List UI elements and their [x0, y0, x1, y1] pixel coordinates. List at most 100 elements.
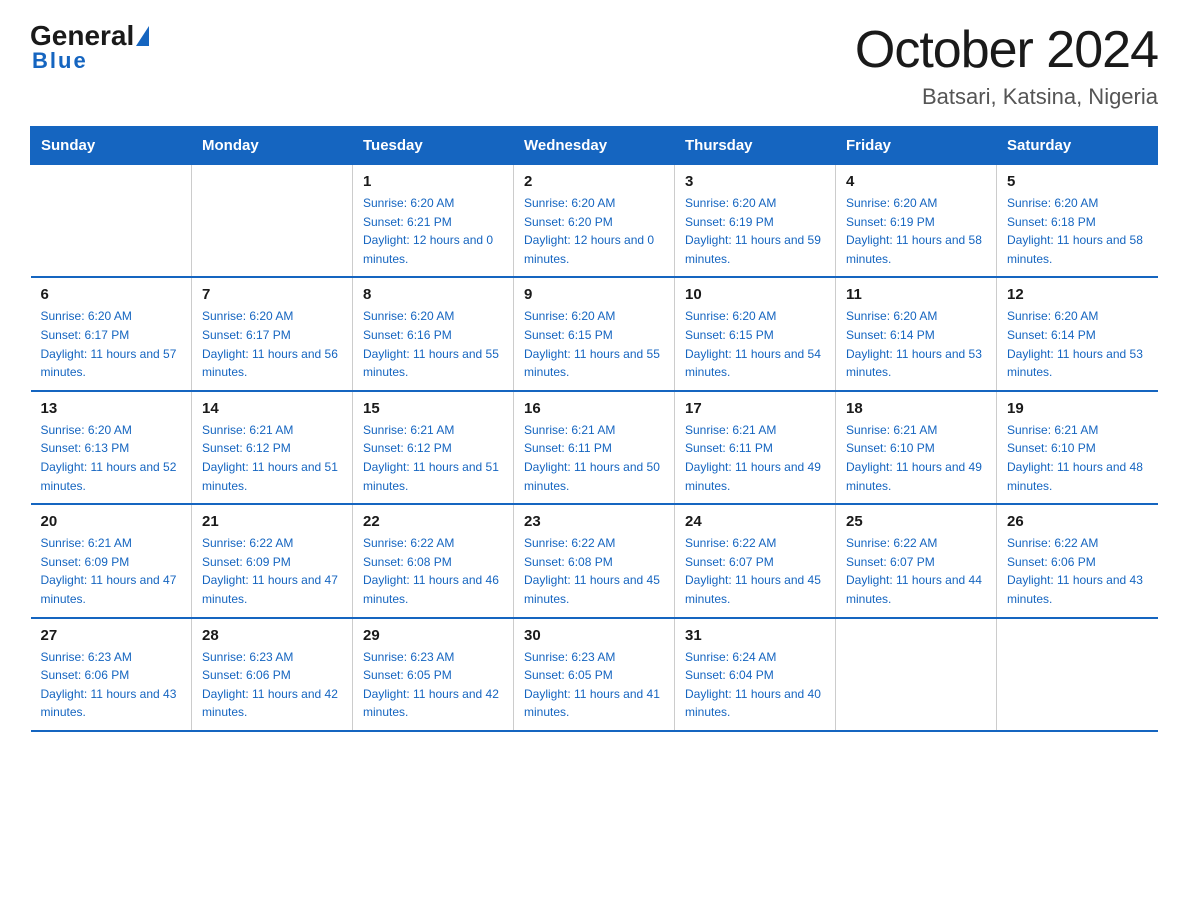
- day-number: 13: [41, 400, 182, 417]
- day-info: Sunrise: 6:20 AMSunset: 6:19 PMDaylight:…: [846, 194, 986, 268]
- day-info: Sunrise: 6:20 AMSunset: 6:17 PMDaylight:…: [41, 307, 182, 381]
- day-number: 28: [202, 627, 342, 644]
- calendar-cell: 4 Sunrise: 6:20 AMSunset: 6:19 PMDaylight…: [836, 165, 997, 278]
- weekday-header-monday: Monday: [192, 127, 353, 165]
- calendar-cell: 2 Sunrise: 6:20 AMSunset: 6:20 PMDaylight…: [514, 165, 675, 278]
- day-number: 9: [524, 286, 664, 303]
- day-number: 5: [1007, 173, 1148, 190]
- calendar-cell: 29Sunrise: 6:23 AMSunset: 6:05 PMDayligh…: [353, 618, 514, 731]
- header: General Blue October 2024 Batsari, Katsi…: [30, 20, 1158, 110]
- day-number: 16: [524, 400, 664, 417]
- day-info: Sunrise: 6:21 AMSunset: 6:09 PMDaylight:…: [41, 534, 182, 608]
- logo-blue-text: Blue: [32, 48, 88, 73]
- calendar-cell: 12 Sunrise: 6:20 AMSunset: 6:14 PMDayligh…: [997, 277, 1158, 390]
- day-number: 21: [202, 513, 342, 530]
- day-info: Sunrise: 6:22 AMSunset: 6:06 PMDaylight:…: [1007, 534, 1148, 608]
- calendar-cell: 26Sunrise: 6:22 AMSunset: 6:06 PMDayligh…: [997, 504, 1158, 617]
- calendar-cell: 14 Sunrise: 6:21 AMSunset: 6:12 PMDayligh…: [192, 391, 353, 504]
- day-info: Sunrise: 6:20 AMSunset: 6:14 PMDaylight:…: [1007, 307, 1148, 381]
- calendar-cell: 23 Sunrise: 6:22 AMSunset: 6:08 PMDayligh…: [514, 504, 675, 617]
- day-number: 31: [685, 627, 825, 644]
- calendar-cell: 10Sunrise: 6:20 AMSunset: 6:15 PMDayligh…: [675, 277, 836, 390]
- day-number: 10: [685, 286, 825, 303]
- logo-triangle-icon: [136, 26, 149, 46]
- week-row-1: 1 Sunrise: 6:20 AMSunset: 6:21 PMDaylight…: [31, 165, 1158, 278]
- day-number: 20: [41, 513, 182, 530]
- day-info: Sunrise: 6:21 AMSunset: 6:12 PMDaylight:…: [363, 421, 503, 495]
- weekday-header-sunday: Sunday: [31, 127, 192, 165]
- day-number: 22: [363, 513, 503, 530]
- day-number: 11: [846, 286, 986, 303]
- day-number: 24: [685, 513, 825, 530]
- day-info: Sunrise: 6:20 AMSunset: 6:19 PMDaylight:…: [685, 194, 825, 268]
- day-number: 30: [524, 627, 664, 644]
- day-info: Sunrise: 6:20 AMSunset: 6:17 PMDaylight:…: [202, 307, 342, 381]
- day-info: Sunrise: 6:22 AMSunset: 6:07 PMDaylight:…: [846, 534, 986, 608]
- calendar-cell: 27 Sunrise: 6:23 AMSunset: 6:06 PMDayligh…: [31, 618, 192, 731]
- calendar-cell: [192, 165, 353, 278]
- week-row-2: 6 Sunrise: 6:20 AMSunset: 6:17 PMDaylight…: [31, 277, 1158, 390]
- calendar-cell: 22Sunrise: 6:22 AMSunset: 6:08 PMDayligh…: [353, 504, 514, 617]
- calendar-table: SundayMondayTuesdayWednesdayThursdayFrid…: [30, 126, 1158, 732]
- day-number: 23: [524, 513, 664, 530]
- calendar-cell: 13 Sunrise: 6:20 AMSunset: 6:13 PMDayligh…: [31, 391, 192, 504]
- calendar-cell: 21 Sunrise: 6:22 AMSunset: 6:09 PMDayligh…: [192, 504, 353, 617]
- day-info: Sunrise: 6:21 AMSunset: 6:10 PMDaylight:…: [846, 421, 986, 495]
- day-number: 17: [685, 400, 825, 417]
- calendar-cell: 17Sunrise: 6:21 AMSunset: 6:11 PMDayligh…: [675, 391, 836, 504]
- day-number: 18: [846, 400, 986, 417]
- calendar-cell: 30 Sunrise: 6:23 AMSunset: 6:05 PMDayligh…: [514, 618, 675, 731]
- logo-blue-line: Blue: [32, 48, 88, 74]
- calendar-cell: 15 Sunrise: 6:21 AMSunset: 6:12 PMDayligh…: [353, 391, 514, 504]
- day-number: 27: [41, 627, 182, 644]
- day-number: 6: [41, 286, 182, 303]
- day-info: Sunrise: 6:22 AMSunset: 6:07 PMDaylight:…: [685, 534, 825, 608]
- logo-area: General Blue: [30, 20, 151, 74]
- calendar-cell: 8Sunrise: 6:20 AMSunset: 6:16 PMDaylight…: [353, 277, 514, 390]
- week-row-5: 27 Sunrise: 6:23 AMSunset: 6:06 PMDayligh…: [31, 618, 1158, 731]
- calendar-cell: [31, 165, 192, 278]
- day-number: 4: [846, 173, 986, 190]
- calendar-cell: 11 Sunrise: 6:20 AMSunset: 6:14 PMDayligh…: [836, 277, 997, 390]
- title-location: Batsari, Katsina, Nigeria: [855, 84, 1158, 110]
- title-area: October 2024 Batsari, Katsina, Nigeria: [855, 20, 1158, 110]
- day-info: Sunrise: 6:20 AMSunset: 6:20 PMDaylight:…: [524, 194, 664, 268]
- calendar-cell: 24 Sunrise: 6:22 AMSunset: 6:07 PMDayligh…: [675, 504, 836, 617]
- calendar-cell: [836, 618, 997, 731]
- calendar-cell: 5 Sunrise: 6:20 AMSunset: 6:18 PMDaylight…: [997, 165, 1158, 278]
- calendar-cell: 6 Sunrise: 6:20 AMSunset: 6:17 PMDaylight…: [31, 277, 192, 390]
- day-info: Sunrise: 6:23 AMSunset: 6:05 PMDaylight:…: [524, 648, 664, 722]
- day-info: Sunrise: 6:23 AMSunset: 6:06 PMDaylight:…: [202, 648, 342, 722]
- weekday-header-saturday: Saturday: [997, 127, 1158, 165]
- week-row-3: 13 Sunrise: 6:20 AMSunset: 6:13 PMDayligh…: [31, 391, 1158, 504]
- calendar-cell: 3Sunrise: 6:20 AMSunset: 6:19 PMDaylight…: [675, 165, 836, 278]
- day-info: Sunrise: 6:20 AMSunset: 6:18 PMDaylight:…: [1007, 194, 1148, 268]
- day-info: Sunrise: 6:20 AMSunset: 6:13 PMDaylight:…: [41, 421, 182, 495]
- day-info: Sunrise: 6:23 AMSunset: 6:06 PMDaylight:…: [41, 648, 182, 722]
- calendar-body: 1 Sunrise: 6:20 AMSunset: 6:21 PMDaylight…: [31, 165, 1158, 731]
- day-number: 12: [1007, 286, 1148, 303]
- weekday-header-thursday: Thursday: [675, 127, 836, 165]
- day-number: 1: [363, 173, 503, 190]
- day-info: Sunrise: 6:20 AMSunset: 6:16 PMDaylight:…: [363, 307, 503, 381]
- day-number: 15: [363, 400, 503, 417]
- calendar-cell: 19Sunrise: 6:21 AMSunset: 6:10 PMDayligh…: [997, 391, 1158, 504]
- day-info: Sunrise: 6:20 AMSunset: 6:14 PMDaylight:…: [846, 307, 986, 381]
- day-number: 14: [202, 400, 342, 417]
- weekday-header-wednesday: Wednesday: [514, 127, 675, 165]
- calendar-header: SundayMondayTuesdayWednesdayThursdayFrid…: [31, 127, 1158, 165]
- day-info: Sunrise: 6:22 AMSunset: 6:08 PMDaylight:…: [524, 534, 664, 608]
- week-row-4: 20 Sunrise: 6:21 AMSunset: 6:09 PMDayligh…: [31, 504, 1158, 617]
- calendar-cell: 28 Sunrise: 6:23 AMSunset: 6:06 PMDayligh…: [192, 618, 353, 731]
- day-info: Sunrise: 6:21 AMSunset: 6:12 PMDaylight:…: [202, 421, 342, 495]
- day-info: Sunrise: 6:20 AMSunset: 6:21 PMDaylight:…: [363, 194, 503, 268]
- day-info: Sunrise: 6:21 AMSunset: 6:11 PMDaylight:…: [524, 421, 664, 495]
- title-month: October 2024: [855, 20, 1158, 80]
- day-info: Sunrise: 6:22 AMSunset: 6:09 PMDaylight:…: [202, 534, 342, 608]
- day-number: 25: [846, 513, 986, 530]
- calendar-cell: [997, 618, 1158, 731]
- weekday-header-tuesday: Tuesday: [353, 127, 514, 165]
- day-number: 7: [202, 286, 342, 303]
- day-number: 2: [524, 173, 664, 190]
- calendar-cell: 16 Sunrise: 6:21 AMSunset: 6:11 PMDayligh…: [514, 391, 675, 504]
